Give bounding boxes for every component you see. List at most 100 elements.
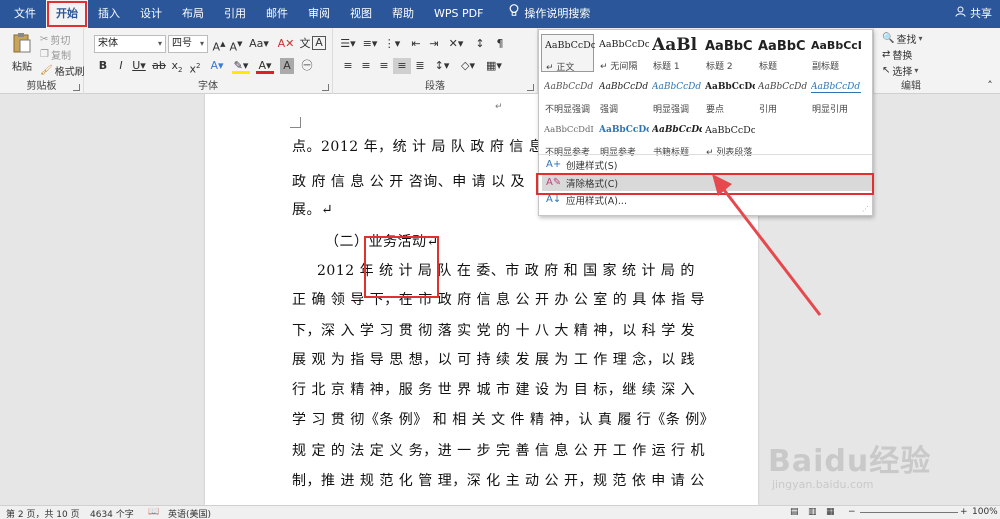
style-sample: AaBbCcDd <box>652 125 702 135</box>
tab-layout[interactable]: 布局 <box>172 0 214 28</box>
style-name: 要点 <box>706 105 725 115</box>
font-name-dropdown[interactable]: 宋体 ▾ <box>94 35 166 53</box>
select-button[interactable]: ↖ 选择 ▾ <box>882 63 918 78</box>
superscript-icon[interactable]: x2 <box>186 58 204 76</box>
distributed-icon[interactable]: ≣ <box>411 58 429 74</box>
style-name: 明显引用 <box>812 105 849 115</box>
cursor-icon: ↖ <box>882 65 891 76</box>
doc-line: 正 确 领 导 下，在 市 政 府 信 息 公 开 办 公 室 的 具 体 指 … <box>292 292 706 308</box>
tab-design[interactable]: 设计 <box>130 0 172 28</box>
highlight-color-icon[interactable]: ✎▾ <box>232 58 250 74</box>
borders-icon[interactable]: ▦▾ <box>485 58 503 74</box>
tab-insert[interactable]: 插入 <box>88 0 130 28</box>
sort-icon[interactable]: ↕ <box>471 36 489 52</box>
format-painter-button[interactable]: 🖌 格式刷 <box>40 63 85 78</box>
style-quote[interactable]: AaBbCcDd 引用 <box>755 77 808 115</box>
style-no-spacing[interactable]: AaBbCcDc ↵ 无间隔 <box>596 34 649 72</box>
font-size-dropdown[interactable]: 四号 ▾ <box>168 35 208 53</box>
language[interactable]: 英语(美国) <box>168 507 211 519</box>
collapse-ribbon-icon[interactable]: ˄ <box>983 78 997 94</box>
tab-file[interactable]: 文件 <box>4 0 46 28</box>
print-layout-icon[interactable]: ▥ <box>808 507 817 517</box>
style-list-paragraph[interactable]: AaBbCcDc ↵ 列表段落 <box>702 120 755 158</box>
multilevel-list-icon[interactable]: ⋮▾ <box>383 36 401 52</box>
style-intense-quote[interactable]: AaBbCcDd 明显引用 <box>808 77 861 115</box>
change-case-icon[interactable]: Aa▾ <box>248 36 270 52</box>
line-spacing-icon[interactable]: ↕▾ <box>433 58 451 74</box>
style-subtle-reference[interactable]: AaBbCcDdI 不明显参考 <box>541 120 594 158</box>
show-marks-icon[interactable]: ¶ <box>491 36 509 52</box>
apply-style-icon: A↓ <box>546 194 562 205</box>
enclose-char-icon[interactable]: ㊀ <box>298 58 316 74</box>
proofing-icon[interactable]: 📖 <box>148 507 159 517</box>
share-button[interactable]: 共享 <box>955 0 992 28</box>
copy-button[interactable]: ❐ 复制 <box>40 47 71 62</box>
text-effects-icon[interactable]: A▾ <box>208 58 226 74</box>
align-center-icon[interactable]: ≡ <box>357 58 375 74</box>
resize-grip-icon[interactable]: ⋰ <box>862 205 869 213</box>
web-layout-icon[interactable]: ▦ <box>826 507 835 517</box>
font-launcher[interactable] <box>322 84 329 91</box>
strikethrough-icon[interactable]: ab <box>150 58 168 74</box>
style-strong[interactable]: AaBbCcDd 要点 <box>702 77 755 115</box>
cut-button[interactable]: ✂ 剪切 <box>40 32 70 47</box>
find-button[interactable]: 🔍 查找 ▾ <box>882 31 922 46</box>
word-count[interactable]: 4634 个字 <box>90 507 134 519</box>
page-count[interactable]: 第 2 页，共 10 页 <box>6 507 80 519</box>
shading-icon[interactable]: ◇▾ <box>459 58 477 74</box>
doc-line: 制，推 进 规 范 化 管 理，深 化 主 动 公 开，规 范 依 申 请 公 <box>292 473 705 489</box>
italic-icon[interactable]: I <box>112 58 130 74</box>
align-left-icon[interactable]: ≡ <box>339 58 357 74</box>
clear-formatting-icon[interactable]: A✕ <box>277 36 295 52</box>
style-subtle-emphasis[interactable]: AaBbCcDd 不明显强调 <box>541 77 594 115</box>
bold-icon[interactable]: B <box>94 58 112 74</box>
focus-mode-icon[interactable]: ▤ <box>790 507 799 517</box>
increase-indent-icon[interactable]: ⇥ <box>425 36 443 52</box>
zoom-out-icon[interactable]: − <box>848 507 856 517</box>
find-label: 查找 <box>896 35 917 46</box>
tab-review[interactable]: 审阅 <box>298 0 340 28</box>
justify-icon[interactable]: ≡ <box>393 58 411 74</box>
tab-wps-pdf[interactable]: WPS PDF <box>424 0 493 28</box>
chinese-layout-icon[interactable]: ✕▾ <box>447 36 465 52</box>
zoom-level[interactable]: 100% <box>972 507 998 517</box>
style-intense-reference[interactable]: AaBbCcDo 明显参考 <box>596 120 649 158</box>
tab-mailings[interactable]: 邮件 <box>256 0 298 28</box>
style-subtitle[interactable]: AaBbCcD 副标题 <box>808 34 861 72</box>
zoom-slider[interactable] <box>860 512 958 513</box>
font-group-label: 字体 <box>198 81 218 92</box>
style-heading-1[interactable]: AaBl 标题 1 <box>649 34 702 72</box>
style-emphasis[interactable]: AaBbCcDd 强调 <box>596 77 649 115</box>
align-right-icon[interactable]: ≡ <box>375 58 393 74</box>
replace-button[interactable]: ⇄ 替换 <box>882 47 912 62</box>
subscript-icon[interactable]: x2 <box>168 58 186 74</box>
style-book-title[interactable]: AaBbCcDd 书籍标题 <box>649 120 702 158</box>
tab-help[interactable]: 帮助 <box>382 0 424 28</box>
decrease-indent-icon[interactable]: ⇤ <box>407 36 425 52</box>
char-border-icon[interactable]: A <box>312 36 326 50</box>
style-title[interactable]: AaBbC 标题 <box>755 34 808 72</box>
doc-line: 展 观 为 指 导 思 想，以 可 持 续 发 展 为 工 作 理 念，以 践 <box>292 352 696 368</box>
person-icon <box>955 0 966 28</box>
style-heading-2[interactable]: AaBbC 标题 2 <box>702 34 755 72</box>
tell-me-search[interactable]: 操作说明搜索 <box>499 0 600 28</box>
style-intense-emphasis[interactable]: AaBbCcDd 明显强调 <box>649 77 702 115</box>
style-sample: AaBbCcDc <box>705 125 755 136</box>
shrink-font-icon[interactable]: A▼ <box>227 36 245 54</box>
style-normal[interactable]: AaBbCcDc ↵ 正文 <box>541 34 595 73</box>
tab-references[interactable]: 引用 <box>214 0 256 28</box>
tab-home[interactable]: 开始 <box>46 0 88 28</box>
paragraph-launcher[interactable] <box>527 84 534 91</box>
clipboard-launcher[interactable] <box>73 84 80 91</box>
tab-view[interactable]: 视图 <box>340 0 382 28</box>
vertical-scrollbar[interactable] <box>986 94 1000 505</box>
create-style-label: 创建样式(S) <box>566 161 618 172</box>
bullets-icon[interactable]: ☰▾ <box>339 36 357 52</box>
numbering-icon[interactable]: ≡▾ <box>361 36 379 52</box>
paste-button[interactable]: 粘贴 <box>8 32 36 73</box>
zoom-in-icon[interactable]: + <box>960 507 968 517</box>
grow-font-icon[interactable]: A▲ <box>210 36 228 54</box>
char-shading-icon[interactable]: A <box>280 58 294 74</box>
font-color-icon[interactable]: A▾ <box>256 58 274 74</box>
underline-icon[interactable]: U▾ <box>130 58 148 74</box>
